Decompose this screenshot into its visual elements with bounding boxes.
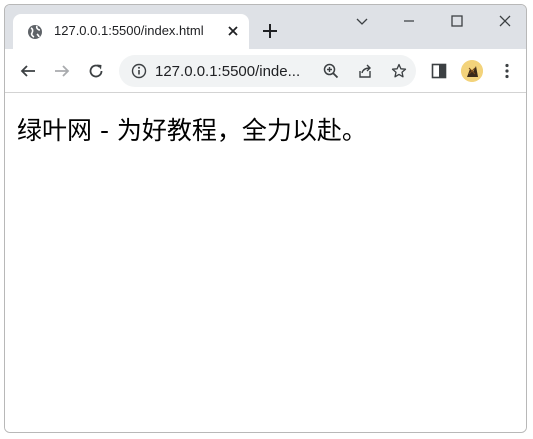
kebab-menu-icon[interactable] — [498, 62, 516, 80]
share-icon[interactable] — [357, 63, 373, 79]
page-content: 绿叶网 - 为好教程，全力以赴。 — [5, 93, 526, 432]
avatar[interactable] — [461, 60, 483, 82]
back-arrow-icon[interactable] — [19, 62, 37, 80]
toolbar: 127.0.0.1:5500/inde... — [5, 49, 526, 93]
tab-close-icon[interactable] — [225, 23, 241, 39]
forward-arrow-icon[interactable] — [53, 62, 71, 80]
new-tab-button[interactable] — [261, 22, 279, 40]
star-icon[interactable] — [391, 63, 407, 79]
reload-icon[interactable] — [87, 62, 105, 80]
url-text[interactable]: 127.0.0.1:5500/inde... — [155, 63, 300, 80]
active-tab[interactable]: 127.0.0.1:5500/index.html — [13, 14, 249, 49]
minimize-icon[interactable] — [401, 13, 417, 29]
page-heading: 绿叶网 - 为好教程，全力以赴。 — [17, 116, 367, 145]
browser-window: 127.0.0.1:5500/index.html 127.0.0.1:5500… — [4, 4, 527, 433]
zoom-in-icon[interactable] — [323, 63, 339, 79]
side-panel-icon[interactable] — [430, 62, 448, 80]
info-icon[interactable] — [131, 63, 147, 79]
globe-icon — [27, 24, 43, 40]
address-bar[interactable]: 127.0.0.1:5500/inde... — [119, 55, 416, 87]
tab-strip: 127.0.0.1:5500/index.html — [5, 5, 526, 49]
maximize-icon[interactable] — [449, 13, 465, 29]
tab-title: 127.0.0.1:5500/index.html — [54, 23, 204, 38]
window-close-icon[interactable] — [497, 13, 513, 29]
chevron-down-icon[interactable] — [354, 13, 370, 29]
